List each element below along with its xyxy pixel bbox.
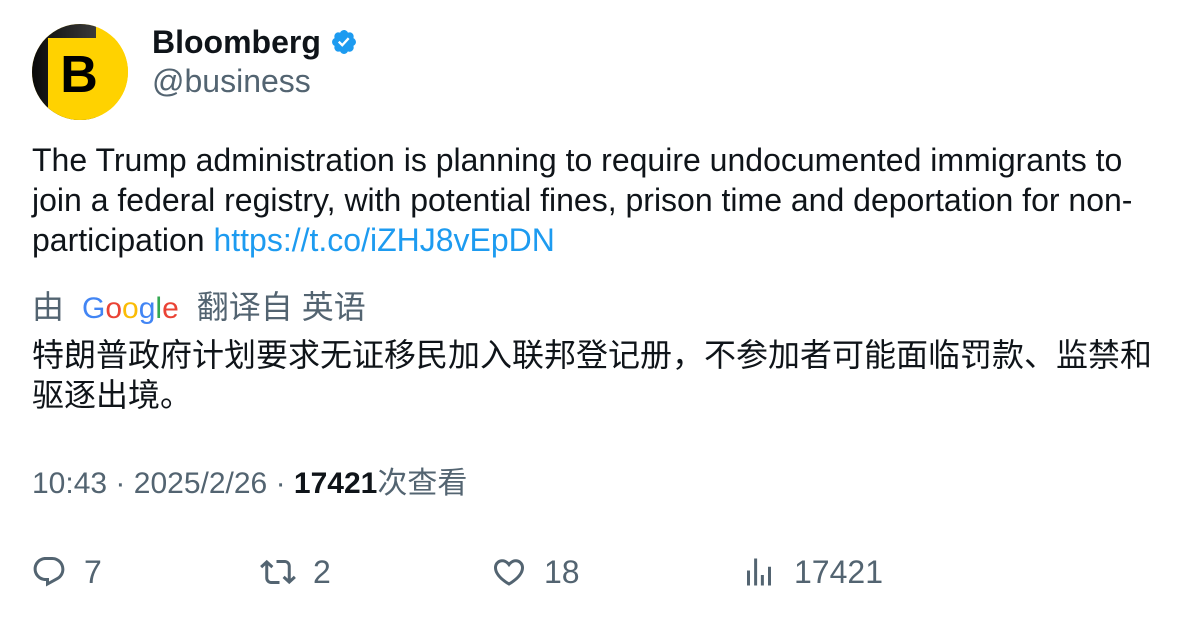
google-logo-letter: o	[122, 292, 139, 325]
reply-icon	[33, 557, 65, 587]
like-count: 18	[544, 554, 580, 590]
views-button[interactable]: 17421	[741, 552, 883, 592]
reply-count: 7	[84, 554, 102, 590]
like-button[interactable]: 18	[491, 552, 580, 592]
author-name[interactable]: Bloomberg	[152, 22, 321, 62]
google-logo-letter: e	[162, 292, 179, 325]
tweet-link[interactable]: https://t.co/iZHJ8vEpDN	[213, 222, 554, 258]
google-logo-letter: g	[138, 292, 156, 325]
views-count: 17421	[293, 467, 378, 500]
retweet-button[interactable]: 2	[260, 552, 331, 592]
heart-icon	[493, 559, 525, 586]
retweet-icon	[260, 559, 296, 585]
tweet-text: The Trump administration is planning to …	[32, 140, 1164, 260]
author-name-row: Bloomberg	[152, 22, 358, 62]
translation-prefix: 由	[32, 289, 65, 325]
tweet-body: The Trump administration is planning to …	[32, 142, 1133, 258]
views-label: 次查看	[377, 467, 468, 500]
avatar[interactable]: B	[32, 24, 128, 120]
views-icon	[747, 558, 771, 586]
tweet-date[interactable]: 2025/2/26	[134, 467, 267, 500]
google-logo-letter: G	[82, 292, 106, 325]
avatar-letter: B	[60, 46, 98, 104]
author-handle[interactable]: @business	[152, 61, 311, 101]
translated-from-label: 翻译自	[196, 289, 293, 325]
tweet-meta: 10:43 · 2025/2/26 · 17421次查看	[32, 464, 467, 504]
retweet-count: 2	[313, 554, 331, 590]
translated-text: 特朗普政府计划要求无证移民加入联邦登记册，不参加者可能面临罚款、监禁和驱逐出境。	[32, 337, 1153, 413]
reply-button[interactable]: 7	[31, 552, 102, 592]
meta-separator: ·	[275, 467, 286, 500]
meta-separator: ·	[115, 467, 126, 500]
translation-attribution: 由 Google 翻译自 英语	[32, 287, 366, 329]
google-logo-letter: o	[105, 292, 123, 325]
views-action-count: 17421	[794, 554, 883, 590]
google-logo: Google	[82, 292, 179, 325]
verified-badge-icon	[331, 30, 356, 54]
tweet-time[interactable]: 10:43	[32, 467, 107, 500]
source-language: 英语	[301, 289, 366, 325]
bloomberg-logo-icon: B	[32, 24, 128, 120]
